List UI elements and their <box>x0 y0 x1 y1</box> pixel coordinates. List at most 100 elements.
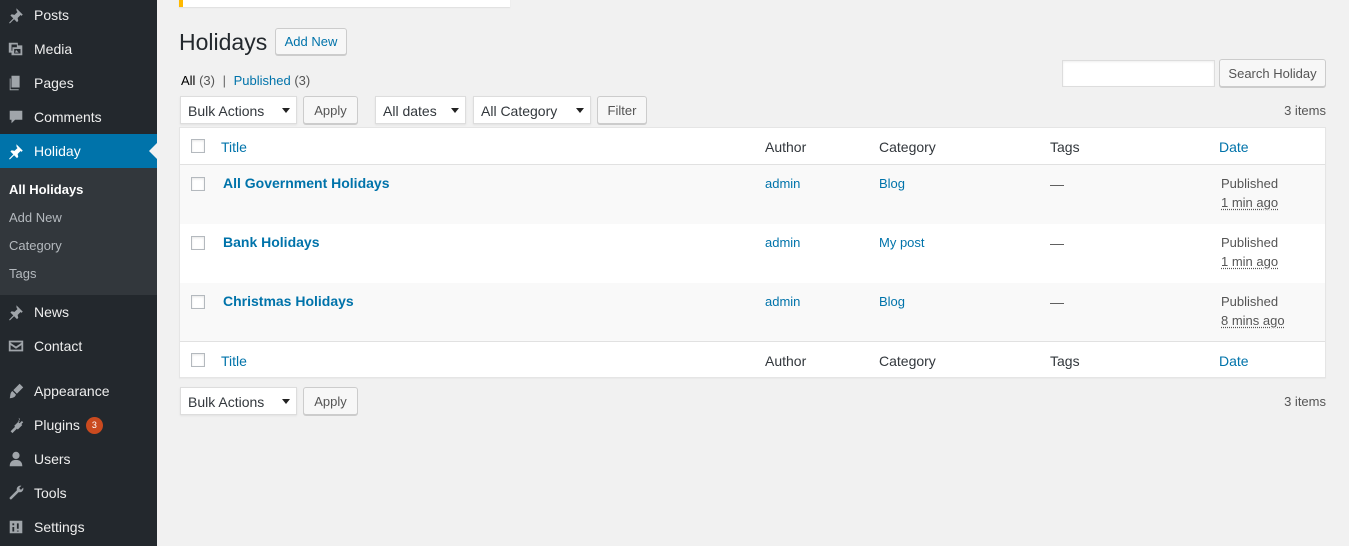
view-separator: | <box>222 73 226 88</box>
view-all-link[interactable]: All <box>181 73 195 88</box>
items-count-bottom: 3 items <box>1284 394 1326 409</box>
comment-icon <box>6 107 26 127</box>
row-category-link[interactable]: Blog <box>879 294 905 309</box>
column-title-footer[interactable]: Title <box>221 353 247 369</box>
status-views: All (3) | Published (3) <box>181 73 310 88</box>
row-date-ago: 1 min ago <box>1221 195 1279 210</box>
menu-item-pages[interactable]: Pages <box>0 66 157 100</box>
menu-item-contact[interactable]: Contact <box>0 329 157 363</box>
menu-label: News <box>34 304 70 320</box>
bulk-actions-select[interactable]: Bulk Actions <box>180 96 297 124</box>
column-author-footer: Author <box>765 353 807 369</box>
chevron-down-icon <box>282 399 290 404</box>
category-select[interactable]: All Category <box>473 96 591 124</box>
select-value: Bulk Actions <box>188 394 265 410</box>
add-new-button[interactable]: Add New <box>275 28 347 55</box>
user-icon <box>6 449 26 469</box>
row-author-link[interactable]: admin <box>765 294 800 309</box>
row-category-link[interactable]: My post <box>879 235 925 250</box>
plugins-update-badge: 3 <box>85 416 103 434</box>
column-category: Category <box>879 139 936 155</box>
page-title: Holidays <box>179 29 268 55</box>
row-date-ago: 8 mins ago <box>1221 313 1285 328</box>
select-value: All dates <box>383 103 437 119</box>
row-category-link[interactable]: Blog <box>879 176 905 191</box>
menu-label: Tools <box>34 485 67 501</box>
filter-button[interactable]: Filter <box>597 96 647 124</box>
menu-label: Settings <box>34 519 85 535</box>
chevron-down-icon <box>282 108 290 113</box>
pin-icon <box>6 141 26 161</box>
search-button[interactable]: Search Holiday <box>1219 59 1326 87</box>
column-title[interactable]: Title <box>221 139 247 155</box>
brush-icon <box>6 381 26 401</box>
menu-item-media[interactable]: Media <box>0 32 157 66</box>
row-title-link[interactable]: All Government Holidays <box>223 175 389 191</box>
row-author-link[interactable]: admin <box>765 235 800 250</box>
pin-icon <box>6 5 26 25</box>
table-footer: Title Author Category Tags Date <box>180 341 1325 378</box>
row-author-link[interactable]: admin <box>765 176 800 191</box>
column-date[interactable]: Date <box>1219 139 1249 155</box>
menu-item-settings[interactable]: Settings <box>0 510 157 544</box>
plugin-icon <box>6 415 26 435</box>
chevron-down-icon <box>451 108 459 113</box>
bulk-actions-select-bottom[interactable]: Bulk Actions <box>180 387 297 415</box>
menu-label: Contact <box>34 338 83 354</box>
apply-button[interactable]: Apply <box>303 96 358 124</box>
posts-table: Title Author Category Tags Date All Gove… <box>179 127 1326 378</box>
menu-item-tools[interactable]: Tools <box>0 476 157 510</box>
pages-icon <box>6 73 26 93</box>
wrench-icon <box>6 483 26 503</box>
row-status: Published <box>1221 176 1279 191</box>
table-row: All Government Holidays admin Blog — Pub… <box>180 165 1325 224</box>
menu-item-news[interactable]: News <box>0 295 157 329</box>
row-status: Published <box>1221 294 1279 309</box>
media-icon <box>6 39 26 59</box>
select-all-checkbox[interactable] <box>191 139 205 153</box>
menu-item-posts[interactable]: Posts <box>0 0 157 32</box>
mail-icon <box>6 336 26 356</box>
column-tags-footer: Tags <box>1050 353 1080 369</box>
menu-label: Appearance <box>34 383 110 399</box>
column-author: Author <box>765 139 807 155</box>
menu-item-appearance[interactable]: Appearance <box>0 374 157 408</box>
select-all-checkbox-footer[interactable] <box>191 353 205 367</box>
settings-icon <box>6 517 26 537</box>
menu-label: Holiday <box>34 143 81 159</box>
row-tags: — <box>1050 294 1064 310</box>
row-checkbox[interactable] <box>191 177 205 191</box>
menu-label: Plugins <box>34 417 80 433</box>
view-all-count: (3) <box>199 73 215 88</box>
holiday-submenu: All Holidays Add New Category Tags <box>0 168 157 295</box>
row-checkbox[interactable] <box>191 236 205 250</box>
menu-label: Users <box>34 451 71 467</box>
table-header: Title Author Category Tags Date <box>180 128 1325 165</box>
row-checkbox[interactable] <box>191 295 205 309</box>
row-title-link[interactable]: Bank Holidays <box>223 234 319 250</box>
menu-item-comments[interactable]: Comments <box>0 100 157 134</box>
row-status: Published <box>1221 235 1279 250</box>
row-date-ago: 1 min ago <box>1221 254 1279 269</box>
view-published-link[interactable]: Published <box>234 73 291 88</box>
admin-sidebar: Posts Media Pages Comments Holiday All H… <box>0 0 157 546</box>
menu-label: Pages <box>34 75 74 91</box>
submenu-add-new[interactable]: Add New <box>9 210 62 225</box>
dates-select[interactable]: All dates <box>375 96 466 124</box>
table-row: Bank Holidays admin My post — Published … <box>180 224 1325 283</box>
chevron-down-icon <box>576 108 584 113</box>
table-row: Christmas Holidays admin Blog — Publishe… <box>180 283 1325 342</box>
select-value: Bulk Actions <box>188 103 265 119</box>
row-tags: — <box>1050 176 1064 192</box>
submenu-tags[interactable]: Tags <box>9 266 36 281</box>
apply-button-bottom[interactable]: Apply <box>303 387 358 415</box>
search-input[interactable] <box>1062 60 1215 87</box>
admin-notice <box>179 0 510 7</box>
menu-item-plugins[interactable]: Plugins 3 <box>0 408 157 442</box>
menu-item-users[interactable]: Users <box>0 442 157 476</box>
submenu-category[interactable]: Category <box>9 238 62 253</box>
menu-item-holiday[interactable]: Holiday <box>0 134 157 168</box>
submenu-all-holidays[interactable]: All Holidays <box>9 182 83 197</box>
column-date-footer[interactable]: Date <box>1219 353 1249 369</box>
row-title-link[interactable]: Christmas Holidays <box>223 293 354 309</box>
